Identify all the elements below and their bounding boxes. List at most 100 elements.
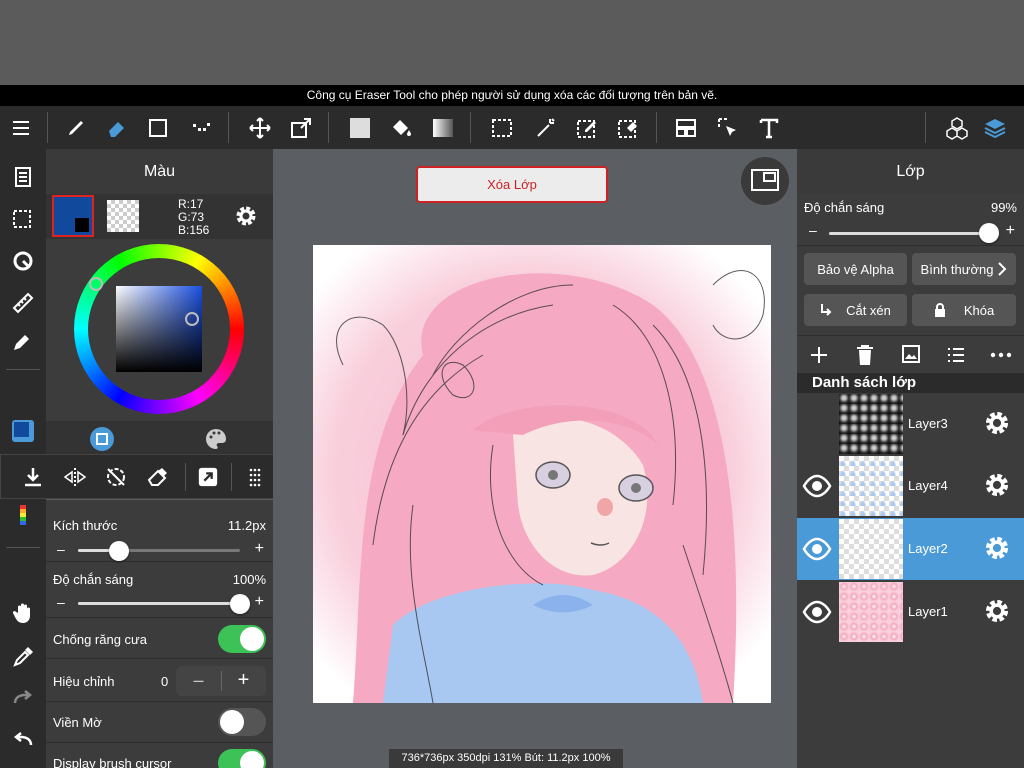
top-toolbar <box>0 106 1024 149</box>
select-arrow-icon[interactable] <box>711 106 745 149</box>
lock-icon <box>934 303 945 317</box>
clipping-label: Cắt xén <box>846 302 891 318</box>
opacity-minus-icon[interactable]: – <box>57 595 65 609</box>
layer-opacity-plus-icon[interactable]: + <box>1006 222 1015 240</box>
add-layer-icon[interactable] <box>809 345 829 365</box>
layout-icon[interactable] <box>669 106 703 149</box>
brush-settings-panel: Kích thước 11.2px – + Độ chắn sáng 100% … <box>46 500 273 768</box>
rotate-off-icon[interactable] <box>104 465 128 489</box>
visibility-eye-icon[interactable] <box>802 409 832 439</box>
arrow-box-icon[interactable] <box>197 466 219 488</box>
layer-row[interactable]: Layer3 <box>797 393 1024 455</box>
layer-settings-gear-icon[interactable] <box>983 597 1011 625</box>
layers-icon[interactable] <box>978 106 1012 149</box>
hue-handle[interactable] <box>89 277 103 291</box>
selection-layer-icon[interactable] <box>4 201 42 237</box>
blend-mode-button[interactable]: Bình thường <box>912 253 1016 285</box>
layer-row[interactable]: Layer2 <box>797 518 1024 580</box>
magic-wand-icon[interactable] <box>529 106 563 149</box>
select-rect-icon[interactable] <box>485 106 519 149</box>
color-wheel-tab[interactable] <box>90 427 114 451</box>
layer-list-title: Danh sách lớp <box>797 373 1024 393</box>
clipping-button[interactable]: Cắt xén <box>804 294 907 326</box>
palette-icon[interactable] <box>204 427 228 451</box>
move-icon[interactable] <box>243 106 277 149</box>
layer-opacity-value: 99% <box>990 200 1017 215</box>
sv-handle[interactable] <box>185 312 199 326</box>
caption-bar: Công cụ Eraser Tool cho phép người sử dụ… <box>0 85 1024 106</box>
drawing-canvas[interactable] <box>313 245 771 703</box>
trash-icon[interactable] <box>855 344 875 366</box>
rgb-blue-value: B:156 <box>178 223 210 237</box>
menu-icon[interactable] <box>4 106 38 149</box>
antialias-toggle[interactable] <box>218 625 266 653</box>
redo-icon[interactable] <box>4 679 42 715</box>
color-settings-gear-icon[interactable] <box>234 204 258 228</box>
correction-minus-button[interactable]: – <box>176 666 221 696</box>
layer-settings-gear-icon[interactable] <box>983 471 1011 499</box>
brush-icon[interactable] <box>59 106 93 149</box>
list-icon[interactable] <box>946 345 966 365</box>
correction-value: 0 <box>161 674 169 689</box>
secondary-color-swatch[interactable] <box>107 200 139 232</box>
correction-plus-button[interactable]: + <box>221 666 266 696</box>
layer-row[interactable]: Layer1 <box>797 581 1024 643</box>
layer-opacity-slider-knob[interactable] <box>979 223 999 243</box>
materials-icon[interactable] <box>940 106 974 149</box>
primary-color-swatch[interactable] <box>52 195 94 237</box>
visibility-eye-icon[interactable] <box>802 471 832 501</box>
layer-row[interactable]: Layer4 <box>797 455 1024 517</box>
eyedropper-icon[interactable] <box>4 639 42 675</box>
chevron-right-icon <box>998 262 1007 276</box>
hand-icon[interactable] <box>4 595 42 631</box>
size-minus-icon[interactable]: – <box>57 542 65 556</box>
layer-opacity-minus-icon[interactable]: – <box>809 222 817 238</box>
eraser-small-icon[interactable] <box>146 465 170 489</box>
undo-icon[interactable] <box>4 721 42 757</box>
visibility-eye-icon[interactable] <box>802 534 832 564</box>
dot-brush-icon[interactable] <box>184 106 218 149</box>
alpha-protect-button[interactable]: Bảo vệ Alpha <box>804 253 907 285</box>
color-panel-title: Màu <box>46 149 273 194</box>
soft-edge-toggle[interactable] <box>218 708 266 736</box>
fill-tool-icon[interactable] <box>4 325 42 361</box>
download-icon[interactable] <box>21 465 45 489</box>
rectangle-icon[interactable] <box>141 106 175 149</box>
brush-cursor-toggle[interactable] <box>218 749 266 768</box>
opacity-plus-icon[interactable]: + <box>255 594 264 610</box>
select-pen-icon[interactable] <box>570 106 604 149</box>
ruler-icon[interactable] <box>4 285 42 321</box>
select-eraser-icon[interactable] <box>611 106 645 149</box>
fill-color-icon[interactable] <box>343 106 377 149</box>
image-layer-icon[interactable] <box>901 344 921 364</box>
grid-dots-icon[interactable] <box>245 467 265 487</box>
visibility-eye-icon[interactable] <box>802 597 832 627</box>
saturation-value-square[interactable] <box>116 286 202 372</box>
view-toggle-button[interactable] <box>741 157 789 205</box>
layer-name: Layer1 <box>908 604 948 619</box>
size-plus-icon[interactable]: + <box>255 541 264 557</box>
bucket-icon[interactable] <box>384 106 418 149</box>
color-wheel[interactable] <box>74 244 244 414</box>
layer-settings-gear-icon[interactable] <box>983 534 1011 562</box>
eraser-icon[interactable] <box>100 106 134 149</box>
current-color-icon[interactable] <box>4 413 42 449</box>
color-bars-icon[interactable] <box>4 497 42 533</box>
delete-layer-button[interactable]: Xóa Lớp <box>416 166 608 203</box>
transform-icon[interactable] <box>284 106 318 149</box>
lock-button[interactable]: Khóa <box>912 294 1016 326</box>
layer-opacity-label: Độ chắn sáng <box>804 200 885 215</box>
brush-opacity-value: 100% <box>232 572 266 587</box>
size-label: Kích thước <box>53 518 118 533</box>
color-panel: Màu R:17 G:73 B:156 <box>46 149 273 454</box>
layer-thumbnail <box>839 456 903 516</box>
layer-settings-gear-icon[interactable] <box>983 409 1011 437</box>
text-icon[interactable] <box>752 106 786 149</box>
brush-opacity-slider-knob[interactable] <box>230 594 250 614</box>
gradient-icon[interactable] <box>426 106 460 149</box>
pages-icon[interactable] <box>4 159 42 195</box>
rotate-icon[interactable] <box>4 243 42 279</box>
flip-icon[interactable] <box>63 465 87 489</box>
size-slider-knob[interactable] <box>109 541 129 561</box>
more-icon[interactable] <box>990 345 1012 365</box>
